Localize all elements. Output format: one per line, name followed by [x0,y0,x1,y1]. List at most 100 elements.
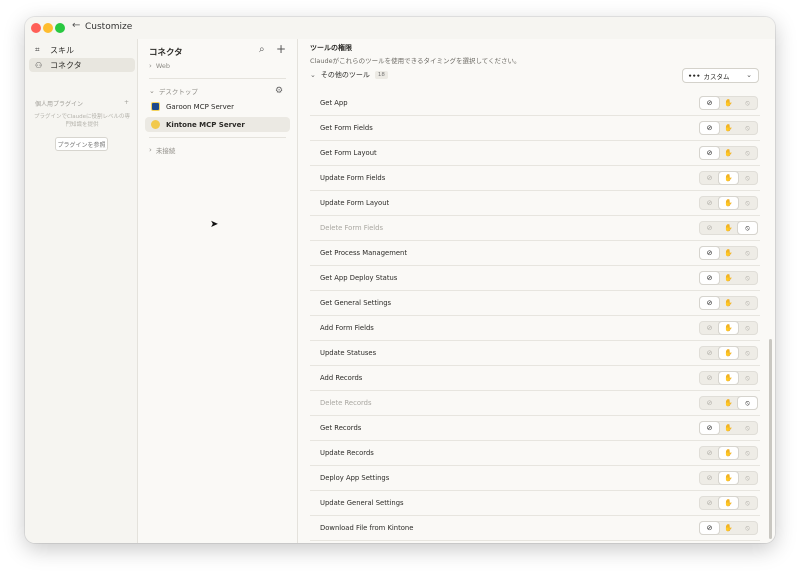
tool-name: Download File from Kintone [320,524,414,532]
always-allow-icon[interactable]: ⊘ [700,97,719,109]
permission-mode-label: カスタム [703,72,730,81]
always-allow-icon[interactable]: ⊘ [700,347,719,359]
always-allow-icon[interactable]: ⊘ [700,522,719,534]
more-dots-icon: ••• [688,71,701,80]
permissions-title: ツールの権限 [310,44,352,52]
permission-segmented-control: ⊘ ✋ ⦸ [699,421,758,435]
always-allow-icon[interactable]: ⊘ [700,372,719,384]
search-icon[interactable]: ⌕ [259,44,265,55]
tool-name: Update Form Fields [320,174,386,182]
block-icon[interactable]: ⦸ [738,147,757,159]
divider [149,137,286,138]
ask-hand-icon[interactable]: ✋ [719,372,738,384]
server-item-garoon[interactable]: Garoon MCP Server [145,99,290,114]
tool-name: Get Records [320,424,362,432]
tool-name: Update Statuses [320,349,377,357]
chevron-right-icon: › [149,62,152,70]
permission-segmented-control: ⊘ ✋ ⦸ [699,471,758,485]
ask-hand-icon[interactable]: ✋ [719,447,738,459]
always-allow-icon[interactable]: ⊘ [700,272,719,284]
block-icon[interactable]: ⦸ [738,472,757,484]
group-web[interactable]: › Web [149,62,170,70]
scrollbar[interactable] [769,339,772,539]
block-icon[interactable]: ⦸ [738,247,757,259]
block-icon[interactable]: ⦸ [738,122,757,134]
permissions-subtitle: Claudeがこれらのツールを使用できるタイミングを選択してください。 [310,57,521,65]
group-label: 未接続 [155,147,176,155]
minimize-window-button[interactable] [43,23,53,33]
block-icon[interactable]: ⦸ [738,397,757,409]
always-allow-icon[interactable]: ⊘ [700,322,719,334]
block-icon[interactable]: ⦸ [738,97,757,109]
permission-segmented-control: ⊘ ✋ ⦸ [699,296,758,310]
ask-hand-icon[interactable]: ✋ [719,397,738,409]
always-allow-icon[interactable]: ⊘ [700,497,719,509]
tool-row: Delete Form Fields ⊘ ✋ ⦸ [310,216,760,241]
always-allow-icon[interactable]: ⊘ [700,397,719,409]
block-icon[interactable]: ⦸ [738,522,757,534]
back-arrow-icon[interactable]: ← [72,20,80,31]
ask-hand-icon[interactable]: ✋ [719,272,738,284]
close-window-button[interactable] [31,23,41,33]
tool-name: Get Form Layout [320,149,377,157]
ask-hand-icon[interactable]: ✋ [719,347,738,359]
block-icon[interactable]: ⦸ [738,197,757,209]
always-allow-icon[interactable]: ⊘ [700,297,719,309]
add-connector-icon[interactable]: + [276,42,286,56]
always-allow-icon[interactable]: ⊘ [700,222,719,234]
ask-hand-icon[interactable]: ✋ [719,297,738,309]
add-plugin-icon[interactable]: + [124,99,129,108]
zoom-window-button[interactable] [55,23,65,33]
ask-hand-icon[interactable]: ✋ [719,147,738,159]
block-icon[interactable]: ⦸ [738,447,757,459]
ask-hand-icon[interactable]: ✋ [719,222,738,234]
ask-hand-icon[interactable]: ✋ [719,422,738,434]
personal-plugins-section: 個人用プラグイン + [35,99,129,108]
always-allow-icon[interactable]: ⊘ [700,247,719,259]
block-icon[interactable]: ⦸ [738,422,757,434]
other-tools-toggle[interactable]: ⌄ その他のツール 18 [310,70,388,80]
permission-segmented-control: ⊘ ✋ ⦸ [699,221,758,235]
server-item-kintone[interactable]: Kintone MCP Server [145,117,290,132]
ask-hand-icon[interactable]: ✋ [719,97,738,109]
ask-hand-icon[interactable]: ✋ [719,247,738,259]
ask-hand-icon[interactable]: ✋ [719,522,738,534]
block-icon[interactable]: ⦸ [738,272,757,284]
block-icon[interactable]: ⦸ [738,372,757,384]
block-icon[interactable]: ⦸ [738,347,757,359]
tool-name: Add Form Fields [320,324,374,332]
sidebar-item-label: スキル [50,45,74,55]
ask-hand-icon[interactable]: ✋ [719,172,738,184]
ask-hand-icon[interactable]: ✋ [719,322,738,334]
block-icon[interactable]: ⦸ [738,172,757,184]
ask-hand-icon[interactable]: ✋ [719,197,738,209]
always-allow-icon[interactable]: ⊘ [700,172,719,184]
always-allow-icon[interactable]: ⊘ [700,422,719,434]
ask-hand-icon[interactable]: ✋ [719,497,738,509]
tool-row: Update Form Layout ⊘ ✋ ⦸ [310,191,760,216]
block-icon[interactable]: ⦸ [738,222,757,234]
always-allow-icon[interactable]: ⊘ [700,472,719,484]
always-allow-icon[interactable]: ⊘ [700,122,719,134]
ask-hand-icon[interactable]: ✋ [719,122,738,134]
sidebar-item-connectors[interactable]: ⚇ コネクタ [29,58,135,72]
permission-segmented-control: ⊘ ✋ ⦸ [699,96,758,110]
permission-mode-select[interactable]: ••• カスタム ⌄ [682,68,759,83]
block-icon[interactable]: ⦸ [738,497,757,509]
gear-icon[interactable]: ⚙ [275,86,283,96]
plugins-note: プラグインでClaudeに役割レベルの専門知識を提供 [33,114,131,128]
block-icon[interactable]: ⦸ [738,322,757,334]
block-icon[interactable]: ⦸ [738,297,757,309]
browse-plugins-button[interactable]: プラグインを参照 [55,137,108,151]
tool-row: Update Form Fields ⊘ ✋ ⦸ [310,166,760,191]
group-unconnected[interactable]: › 未接続 [149,145,175,155]
sidebar-item-skills[interactable]: ⌗ スキル [29,43,135,57]
always-allow-icon[interactable]: ⊘ [700,447,719,459]
ask-hand-icon[interactable]: ✋ [719,472,738,484]
group-desktop[interactable]: ⌄ デスクトップ [149,86,198,96]
always-allow-icon[interactable]: ⊘ [700,147,719,159]
chevron-down-icon: ⌄ [746,71,752,79]
divider [149,78,286,79]
group-label: デスクトップ [158,88,198,96]
always-allow-icon[interactable]: ⊘ [700,197,719,209]
